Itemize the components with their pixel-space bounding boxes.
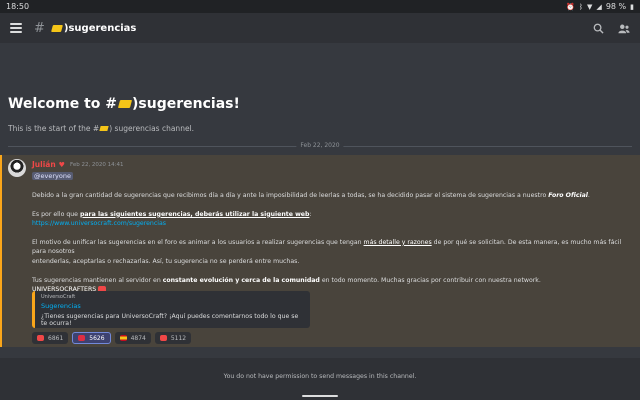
status-bar: 18:50 ⏰ ᛒ ▼ ◢ 98 % ▮ (0, 0, 640, 13)
paragraph-1-text: Debido a la gran cantidad de sugerencias… (32, 192, 549, 199)
paragraph-1-end: . (587, 192, 590, 199)
message-header: Julián ♥ Feb 22, 2020 14:41 (32, 160, 124, 169)
avatar[interactable] (8, 159, 26, 177)
search-icon[interactable] (592, 22, 604, 34)
paragraph-3-emphasis: más detalle y razones (363, 238, 432, 246)
reaction-count: 5626 (89, 334, 105, 342)
paragraph-4-text: Tus sugerencias mantienen al servidor en (32, 276, 163, 284)
bluetooth-icon: ᛒ (578, 2, 584, 11)
paragraph-4-rest: en todo momento. Muchas gracias por cont… (319, 276, 541, 284)
welcome-subtitle-suffix: ) sugerencias channel. (109, 124, 195, 133)
reaction-count: 6861 (48, 334, 64, 342)
channel-header: # )sugerencias (0, 13, 640, 43)
paragraph-2-text: Es por ello que (32, 210, 80, 218)
paragraph-1: Debido a la gran cantidad de sugerencias… (32, 191, 632, 201)
heart-icon (37, 335, 44, 341)
reactions: 6861 5626 4874 5112 (32, 332, 192, 344)
welcome-subtitle-prefix: This is the start of the # (8, 124, 100, 133)
reaction-count: 4874 (130, 334, 146, 342)
paragraph-3: El motivo de unificar las sugerencias en… (32, 238, 632, 267)
channel-welcome: Welcome to # )sugerencias! This is the st… (8, 96, 240, 133)
paragraph-4-emphasis: constante evolución y cerca de la comuni… (162, 276, 320, 284)
status-time: 18:50 (6, 2, 30, 11)
message-timestamp: Feb 22, 2020 14:41 (69, 161, 124, 168)
battery-icon: ▮ (630, 2, 634, 11)
paragraph-3-text: El motivo de unificar las sugerencias en… (32, 238, 364, 246)
pencil-emoji-icon (117, 100, 133, 108)
heart-badge-icon: ♥ (58, 160, 65, 169)
members-icon[interactable] (618, 22, 630, 34)
link-embed[interactable]: UniversoCraft Sugerencias ¿Tienes sugere… (32, 291, 310, 328)
reaction[interactable]: 4874 (114, 332, 151, 344)
paragraph-3-line-2: entenderlas, aceptarlas o rechazarlas. A… (32, 257, 300, 265)
wifi-icon: ▼ (587, 2, 593, 11)
reaction-count: 5112 (170, 334, 187, 342)
paragraph-2: Es por ello que para las siguientes suge… (32, 210, 632, 229)
alarm-icon: ⏰ (566, 2, 575, 11)
author-name[interactable]: Julián (32, 160, 56, 169)
channel-title: )sugerencias (63, 22, 137, 34)
signal-icon: ◢ (596, 2, 602, 11)
date-divider: Feb 22, 2020 (8, 142, 632, 149)
foro-oficial-text: Foro Oficial (548, 192, 588, 199)
message-input-area: You do not have permission to send messa… (0, 358, 640, 400)
hash-icon: # (34, 20, 45, 36)
hamburger-icon[interactable] (10, 23, 22, 33)
reaction[interactable]: 5112 (154, 332, 192, 344)
status-icons: ⏰ ᛒ ▼ ◢ 98 % ▮ (566, 2, 634, 11)
flag-spain-icon (119, 335, 127, 341)
suggestions-link[interactable]: https://www.universocraft.com/sugerencia… (32, 220, 166, 227)
message-body: Debido a la gran cantidad de sugerencias… (32, 191, 632, 295)
battery-level: 98 % (605, 2, 627, 11)
date-divider-label: Feb 22, 2020 (296, 142, 344, 149)
pencil-emoji-icon (99, 126, 109, 131)
welcome-subtitle: This is the start of the # ) sugerencias … (8, 124, 240, 133)
embed-provider: UniversoCraft (41, 294, 76, 300)
reaction[interactable]: 5626 (72, 332, 111, 344)
heart-letter-icon (159, 335, 167, 341)
welcome-title-prefix: Welcome to # (8, 96, 118, 112)
reaction[interactable]: 6861 (32, 332, 69, 344)
embed-title[interactable]: Sugerencias (41, 302, 304, 310)
welcome-title-suffix: )sugerencias! (132, 96, 240, 112)
embed-description: ¿Tienes sugerencias para UniversoCraft? … (41, 313, 299, 327)
welcome-title: Welcome to # )sugerencias! (8, 96, 240, 112)
heart-icon (78, 335, 86, 341)
no-permission-notice: You do not have permission to send messa… (223, 372, 417, 380)
paragraph-2-emphasis: para las siguientes sugerencias, deberás… (79, 210, 310, 218)
message[interactable]: Julián ♥ Feb 22, 2020 14:41 @everyone De… (0, 155, 640, 347)
paragraph-2-end: : (309, 210, 312, 218)
home-indicator[interactable] (302, 395, 338, 397)
everyone-mention[interactable]: @everyone (32, 172, 73, 180)
pencil-emoji-icon (50, 24, 63, 32)
